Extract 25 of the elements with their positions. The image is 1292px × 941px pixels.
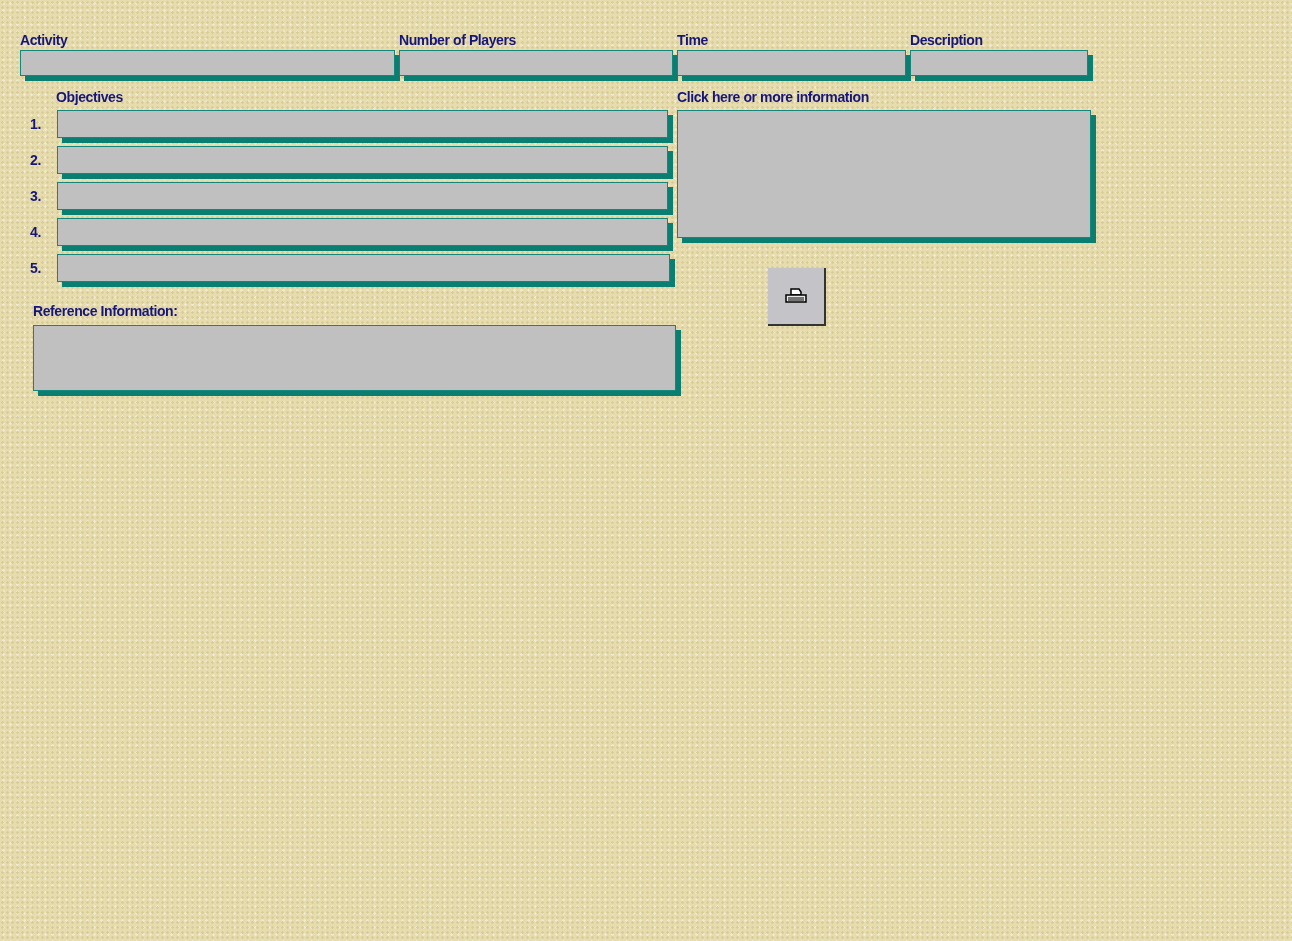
input-field[interactable] [57, 218, 668, 246]
text-area[interactable] [33, 325, 676, 391]
printer-icon [785, 288, 807, 304]
field-label: Number of Players [399, 32, 516, 48]
text-area[interactable] [677, 110, 1091, 238]
input-field[interactable] [677, 50, 906, 76]
input-field[interactable] [20, 50, 395, 76]
field-label: Reference Information: [33, 303, 178, 319]
input-field[interactable] [399, 50, 673, 76]
row-number: 5. [30, 260, 41, 276]
input-field[interactable] [910, 50, 1088, 76]
input-field[interactable] [57, 182, 668, 210]
field-label: Time [677, 32, 708, 48]
print-button[interactable] [768, 268, 826, 326]
input-field[interactable] [57, 110, 668, 138]
row-number: 3. [30, 188, 41, 204]
row-number: 2. [30, 152, 41, 168]
field-label: Click here or more information [677, 89, 869, 105]
row-number: 4. [30, 224, 41, 240]
field-label: Activity [20, 32, 68, 48]
input-field[interactable] [57, 254, 670, 282]
row-number: 1. [30, 116, 41, 132]
field-label: Description [910, 32, 983, 48]
field-label: Objectives [56, 89, 123, 105]
input-field[interactable] [57, 146, 668, 174]
